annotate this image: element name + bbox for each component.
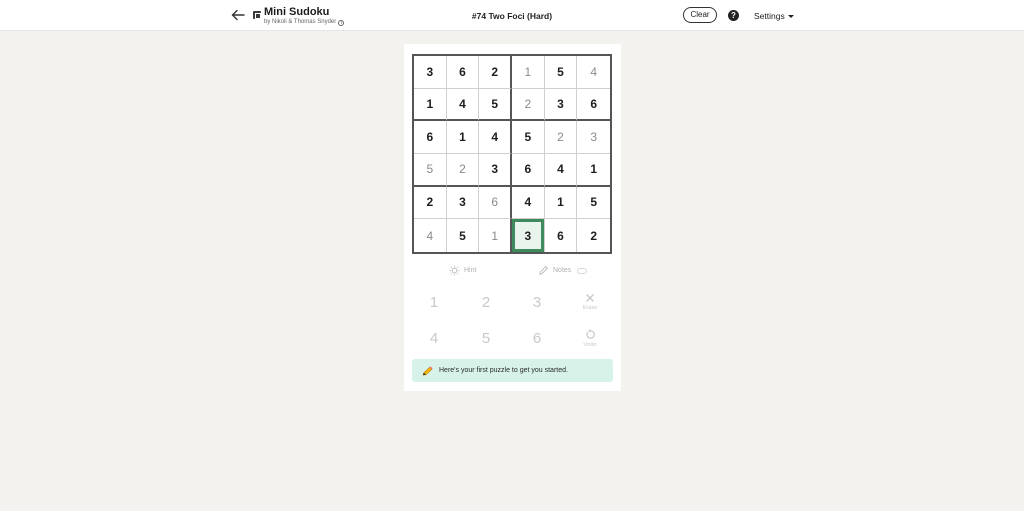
grid-cell-r3-c4[interactable]: 5 bbox=[512, 121, 545, 154]
grid-cell-r1-c6[interactable]: 4 bbox=[577, 56, 610, 89]
grid-cell-r5-c2[interactable]: 3 bbox=[446, 186, 480, 220]
keypad-3[interactable]: 3 bbox=[517, 287, 557, 317]
notes-button[interactable]: Notes bbox=[538, 265, 588, 276]
settings-menu[interactable]: Settings bbox=[754, 11, 794, 21]
grid-cell-r4-c3[interactable]: 3 bbox=[479, 154, 512, 187]
top-bar: Mini Sudoku by Nikoli & Thomas Snyder i #… bbox=[0, 0, 1024, 31]
grid-cell-r5-c5[interactable]: 1 bbox=[544, 186, 578, 220]
grid-cell-r3-c2[interactable]: 1 bbox=[446, 121, 480, 154]
grid-cell-r4-c1[interactable]: 5 bbox=[414, 154, 447, 187]
notes-label: Notes bbox=[553, 267, 572, 274]
erase-button[interactable]: Erase bbox=[570, 287, 610, 317]
grid-cell-r1-c2[interactable]: 6 bbox=[446, 56, 480, 89]
undo-label: Undo bbox=[583, 341, 597, 348]
clear-button[interactable]: Clear bbox=[683, 7, 717, 23]
grid-cell-r1-c1[interactable]: 3 bbox=[414, 56, 447, 89]
grid-cell-r1-c4[interactable]: 1 bbox=[512, 56, 545, 89]
grid-cell-r6-c5[interactable]: 6 bbox=[545, 219, 578, 252]
grid-cell-r4-c4[interactable]: 6 bbox=[512, 154, 545, 187]
grid-cell-r3-c5[interactable]: 2 bbox=[544, 121, 578, 154]
keypad-2[interactable]: 2 bbox=[466, 287, 506, 317]
undo-icon bbox=[585, 328, 595, 339]
banner-text: Here's your first puzzle to get you star… bbox=[439, 367, 568, 374]
grid-cell-r2-c4[interactable]: 2 bbox=[512, 88, 545, 122]
grid-cell-r3-c6[interactable]: 3 bbox=[577, 121, 610, 154]
grid-cell-r2-c6[interactable]: 6 bbox=[577, 89, 610, 122]
grid-cell-r4-c6[interactable]: 1 bbox=[577, 154, 610, 187]
welcome-banner: Here's your first puzzle to get you star… bbox=[412, 359, 613, 382]
pencil-icon bbox=[422, 365, 433, 376]
settings-label: Settings bbox=[754, 11, 785, 21]
grid-cell-r4-c5[interactable]: 4 bbox=[544, 154, 578, 187]
grid-cell-r6-c4[interactable]: 3 bbox=[512, 219, 545, 252]
grid-cell-r5-c6[interactable]: 5 bbox=[577, 187, 610, 220]
grid-cell-r5-c1[interactable]: 2 bbox=[414, 186, 447, 220]
grid-cell-r3-c1[interactable]: 6 bbox=[414, 121, 447, 154]
grid-cell-r1-c3[interactable]: 2 bbox=[479, 56, 512, 89]
grid-cell-r6-c1[interactable]: 4 bbox=[414, 219, 447, 252]
grid-cell-r2-c3[interactable]: 5 bbox=[479, 88, 512, 122]
hint-label: Hint bbox=[464, 267, 477, 274]
help-icon[interactable]: ? bbox=[728, 10, 739, 21]
grid-cell-r2-c1[interactable]: 1 bbox=[414, 88, 447, 122]
grid-cell-r2-c5[interactable]: 3 bbox=[544, 88, 578, 122]
keypad-6[interactable]: 6 bbox=[517, 323, 557, 353]
grid-cell-r5-c4[interactable]: 4 bbox=[512, 186, 545, 220]
grid-cell-r5-c3[interactable]: 6 bbox=[479, 186, 512, 220]
sudoku-grid: 362154145236614523523641236415451362 bbox=[412, 54, 612, 254]
keypad-4[interactable]: 4 bbox=[414, 323, 454, 353]
grid-cell-r6-c6[interactable]: 2 bbox=[577, 219, 610, 252]
grid-cell-r6-c3[interactable]: 1 bbox=[479, 219, 512, 252]
hint-button[interactable]: Hint bbox=[449, 265, 476, 276]
keypad-5[interactable]: 5 bbox=[466, 323, 506, 353]
close-icon bbox=[586, 294, 594, 302]
grid-cell-r3-c3[interactable]: 4 bbox=[479, 121, 512, 154]
grid-cell-r1-c5[interactable]: 5 bbox=[544, 56, 578, 89]
puzzle-title: #74 Two Foci (Hard) bbox=[471, 11, 553, 21]
keypad-1[interactable]: 1 bbox=[414, 287, 454, 317]
grid-cell-r4-c2[interactable]: 2 bbox=[446, 154, 480, 187]
pencil-icon bbox=[539, 265, 549, 275]
undo-button[interactable]: Undo bbox=[570, 323, 610, 353]
grid-cell-r6-c2[interactable]: 5 bbox=[447, 219, 480, 252]
grid-cell-r2-c2[interactable]: 4 bbox=[446, 88, 480, 122]
game-panel: 362154145236614523523641236415451362 Hin… bbox=[404, 44, 621, 391]
notes-toggle[interactable] bbox=[577, 267, 588, 274]
chevron-down-icon bbox=[787, 15, 794, 18]
erase-label: Erase bbox=[582, 305, 598, 311]
lightbulb-icon bbox=[449, 265, 460, 276]
